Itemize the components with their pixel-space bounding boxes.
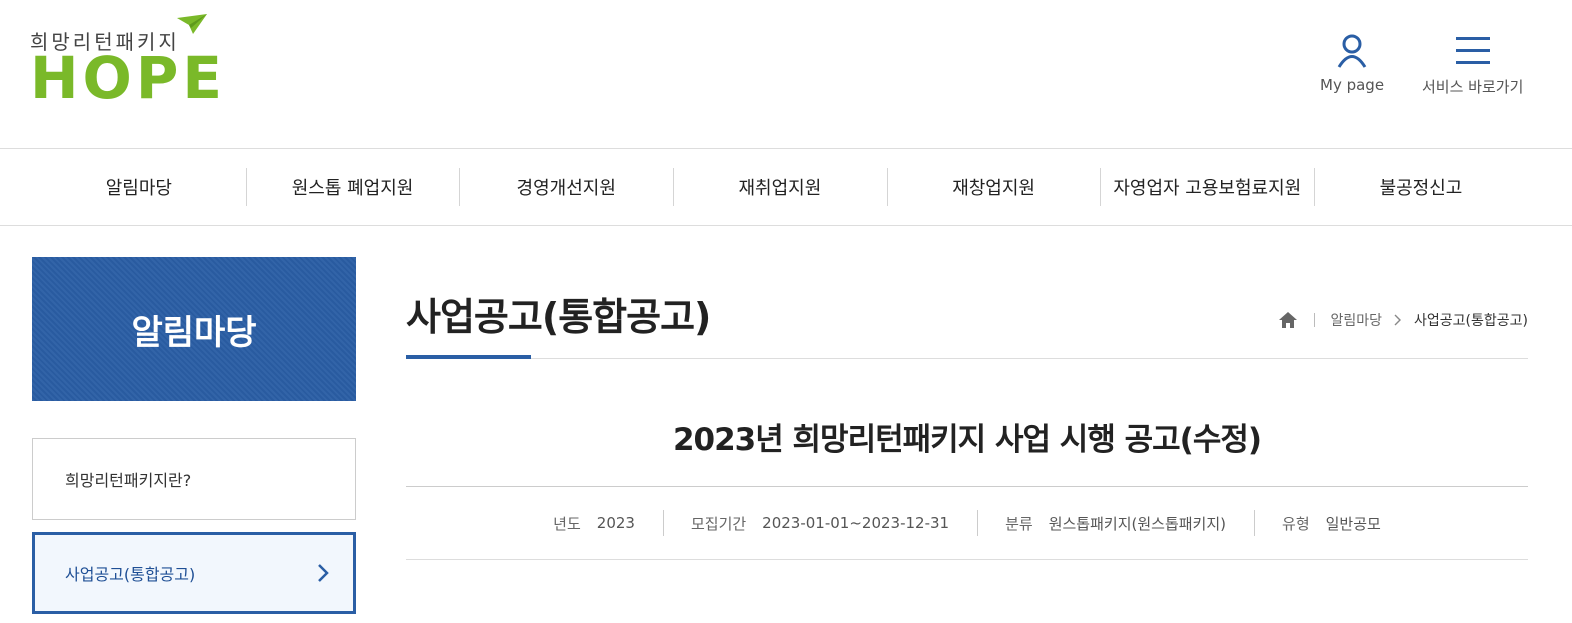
service-shortcut-label: 서비스 바로가기 [1422, 78, 1524, 96]
breadcrumb-item-current[interactable]: 사업공고(통합공고) [1414, 310, 1528, 330]
info-bottom-border [406, 559, 1528, 560]
info-value: 원스톱패키지(원스톱패키지) [1048, 514, 1227, 533]
lnb-item-announcements[interactable]: 사업공고(통합공고) [32, 532, 356, 614]
breadcrumb-item-notice[interactable]: 알림마당 [1331, 310, 1383, 330]
info-value: 일반공모 [1325, 514, 1381, 533]
post-info-row: 년도 2023 모집기간 2023-01-01~2023-12-31 분류 원스… [406, 488, 1528, 558]
info-type: 유형 일반공모 [1254, 509, 1409, 536]
page-title: 사업공고(통합공고) [406, 295, 711, 339]
info-value: 2023 [596, 514, 635, 532]
breadcrumb-divider [1313, 313, 1315, 327]
info-period: 모집기간 2023-01-01~2023-12-31 [662, 509, 977, 536]
hope-logo[interactable]: 희망리턴패키지 HOPE [30, 14, 222, 107]
title-accent-bar [406, 355, 531, 359]
logo-wordmark: HOPE [30, 44, 226, 112]
lnb-item-label: 사업공고(통합공고) [65, 565, 196, 584]
info-key: 유형 [1282, 514, 1310, 533]
paper-plane-icon [177, 14, 207, 34]
info-key: 년도 [553, 514, 581, 533]
info-category: 분류 원스톱패키지(원스톱패키지) [977, 509, 1254, 536]
gnb-item-restartup[interactable]: 재창업지원 [886, 149, 1101, 225]
info-value: 2023-01-01~2023-12-31 [762, 514, 950, 532]
gnb-item-reemployment[interactable]: 재취업지원 [673, 149, 887, 225]
global-navigation: 알림마당 원스톱 폐업지원 경영개선지원 재취업지원 재창업지원 자영업자 고용… [0, 148, 1572, 226]
gnb-item-management-improvement[interactable]: 경영개선지원 [459, 149, 673, 225]
hamburger-menu-icon [1455, 37, 1490, 64]
info-top-border [406, 486, 1528, 487]
info-key: 분류 [1005, 514, 1033, 533]
lnb-title: 알림마당 [32, 257, 356, 401]
info-year: 년도 2023 [525, 513, 663, 534]
info-key: 모집기간 [690, 514, 747, 533]
title-divider [406, 358, 1528, 359]
mypage-label: My page [1320, 76, 1385, 94]
gnb-item-insurance-support[interactable]: 자영업자 고용보험료지원 [1100, 149, 1314, 225]
chevron-right-icon [1394, 314, 1402, 326]
user-icon [1337, 34, 1367, 68]
lnb-item-label: 희망리턴패키지란? [65, 471, 192, 490]
post-title: 2023년 희망리턴패키지 사업 시행 공고(수정) [672, 422, 1262, 458]
gnb-item-notice[interactable]: 알림마당 [32, 149, 246, 225]
chevron-right-icon [318, 564, 329, 582]
site-header: 희망리턴패키지 HOPE My page 서비스 바로가기 [0, 0, 1572, 148]
home-icon[interactable] [1278, 311, 1298, 329]
service-shortcut-button[interactable]: 서비스 바로가기 [1422, 34, 1523, 97]
gnb-item-closure-support[interactable]: 원스톱 폐업지원 [245, 149, 460, 225]
breadcrumb: 알림마당 사업공고(통합공고) [1278, 310, 1528, 330]
gnb-item-unfair-report[interactable]: 불공정신고 [1314, 149, 1528, 225]
lnb-item-about[interactable]: 희망리턴패키지란? [32, 438, 356, 520]
mypage-button[interactable]: My page [1320, 34, 1384, 94]
